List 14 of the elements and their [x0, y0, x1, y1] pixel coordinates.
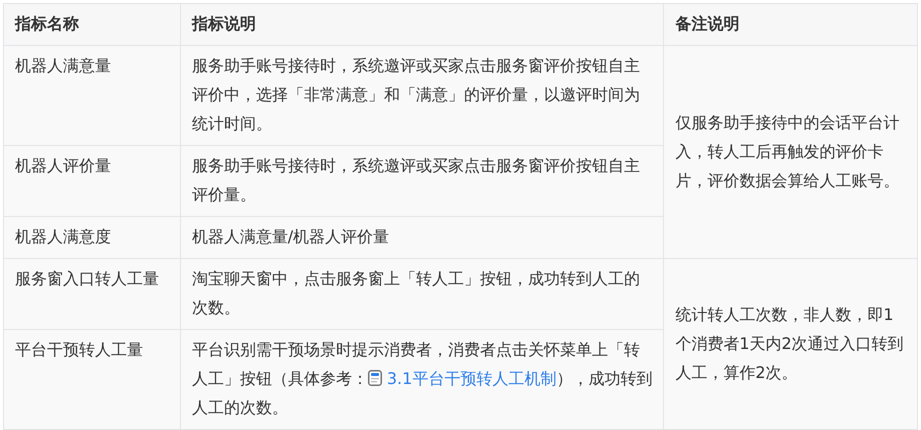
table-cell: 机器人评价量 — [4, 146, 180, 216]
table-cell: 服务助手账号接待时，系统邀评或买家点击服务窗评价按钮自主评价中，选择「非常满意」和「满意」的评价量，以邀评时间为统计时间。 — [180, 46, 664, 146]
table-cell: 机器人满意量 — [4, 46, 180, 146]
column-header: 指标名称 — [4, 4, 180, 46]
table-cell: 仅服务助手接待中的会话平台计入，转人工后再触发的评价卡片，评价数据会算给人工账号。 — [664, 46, 918, 258]
table-cell: 机器人满意度 — [4, 216, 180, 258]
column-header: 备注说明 — [664, 4, 918, 46]
table-cell: 淘宝聊天窗中，点击服务窗上「转人工」按钮，成功转到人工的次数。 — [180, 258, 664, 330]
link-text[interactable]: 3.1平台干预转人工机制 — [368, 369, 556, 388]
table-cell: 服务窗入口转人工量 — [4, 258, 180, 330]
document-icon — [368, 370, 382, 386]
column-header: 指标说明 — [180, 4, 664, 46]
table-cell: 平台干预转人工量 — [4, 330, 180, 430]
table-cell: 统计转人工次数，非人数，即1个消费者1天内2次通过入口转到人工，算作2次。 — [664, 258, 918, 430]
